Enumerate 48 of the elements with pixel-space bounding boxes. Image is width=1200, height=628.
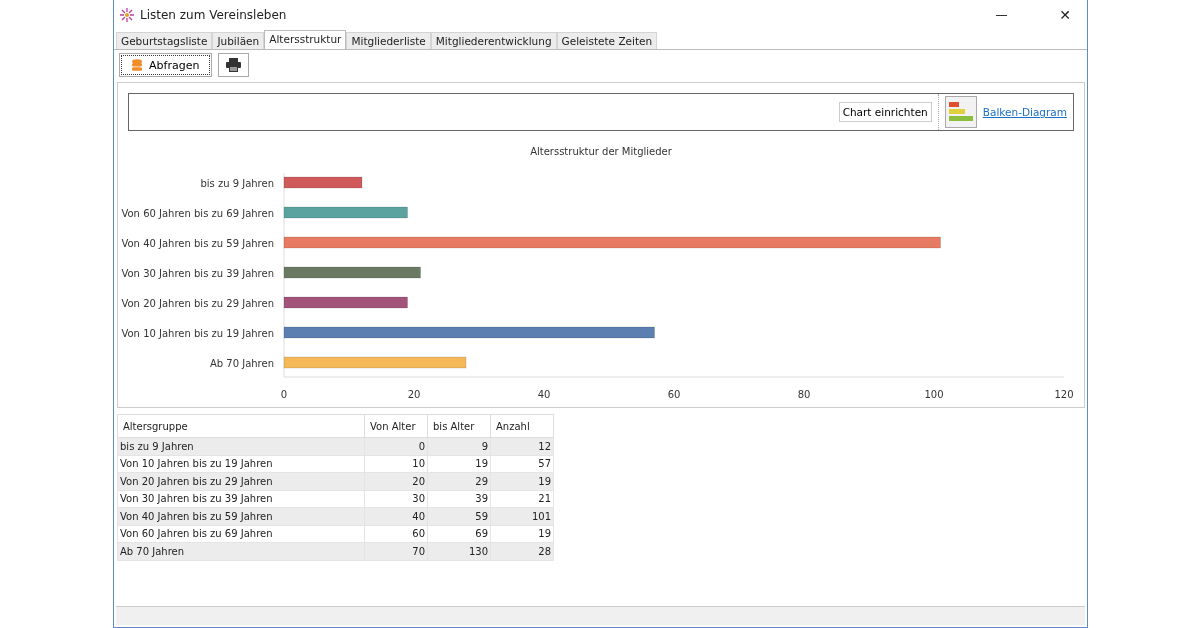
tab[interactable]: Mitgliederliste (346, 32, 431, 49)
table-cell: Von 60 Jahren bis zu 69 Jahren (117, 525, 365, 543)
close-button[interactable]: ✕ (1043, 7, 1087, 23)
axis-tick-label: 40 (537, 389, 551, 400)
table-cell: 69 (427, 525, 491, 543)
column-header[interactable]: Altersgruppe (117, 414, 365, 438)
minimize-icon[interactable] (996, 14, 1008, 16)
tab[interactable]: Geburtstagsliste (116, 32, 213, 49)
chart-setup-button[interactable]: Chart einrichten (838, 102, 932, 122)
tab[interactable]: Mitgliederentwicklung (430, 32, 557, 49)
table-cell: 57 (490, 455, 554, 473)
chart-type-link[interactable]: Balken-Diagram (982, 106, 1067, 118)
table-cell: 30 (364, 490, 428, 508)
table-cell: Von 30 Jahren bis zu 39 Jahren (117, 490, 365, 508)
print-button[interactable] (218, 53, 250, 77)
column-header[interactable]: bis Alter (427, 414, 491, 438)
axis-tick-label: 20 (407, 389, 421, 400)
query-button[interactable]: Abfragen (119, 53, 213, 77)
category-label: Von 30 Jahren bis zu 39 Jahren (121, 268, 274, 279)
axis-tick-label: 100 (924, 389, 944, 400)
table-cell: 19 (427, 455, 491, 473)
category-label: Von 20 Jahren bis zu 29 Jahren (121, 298, 274, 309)
axis-tick-label: 0 (280, 389, 288, 400)
tab[interactable]: Geleistete Zeiten (556, 32, 658, 49)
app-icon (120, 8, 134, 22)
axis-tick-label: 80 (797, 389, 811, 400)
category-label: Von 40 Jahren bis zu 59 Jahren (121, 238, 274, 249)
axis-tick-label: 60 (667, 389, 681, 400)
table-cell: 10 (364, 455, 428, 473)
table-cell: Von 10 Jahren bis zu 19 Jahren (117, 455, 365, 473)
bar-chart-icon[interactable] (944, 96, 977, 128)
table-cell: 19 (490, 525, 554, 543)
tab[interactable]: Jubiläen (212, 32, 265, 49)
table-cell: 21 (490, 490, 554, 508)
chart-title: Altersstruktur der Mitglieder (530, 146, 672, 157)
category-label: bis zu 9 Jahren (200, 178, 274, 189)
table-cell: 39 (427, 490, 491, 508)
database-icon (132, 59, 142, 71)
axis-tick-label: 120 (1054, 389, 1074, 400)
window-title: Listen zum Vereinsleben (140, 8, 287, 22)
column-header[interactable]: Von Alter (364, 414, 428, 438)
category-label: Ab 70 Jahren (209, 358, 274, 369)
tab[interactable]: Altersstruktur (264, 30, 347, 49)
column-header[interactable]: Anzahl (490, 414, 554, 438)
category-label: Von 10 Jahren bis zu 19 Jahren (121, 328, 274, 339)
category-label: Von 60 Jahren bis zu 69 Jahren (121, 208, 274, 219)
table-cell: 60 (364, 525, 428, 543)
printer-icon (226, 58, 242, 72)
